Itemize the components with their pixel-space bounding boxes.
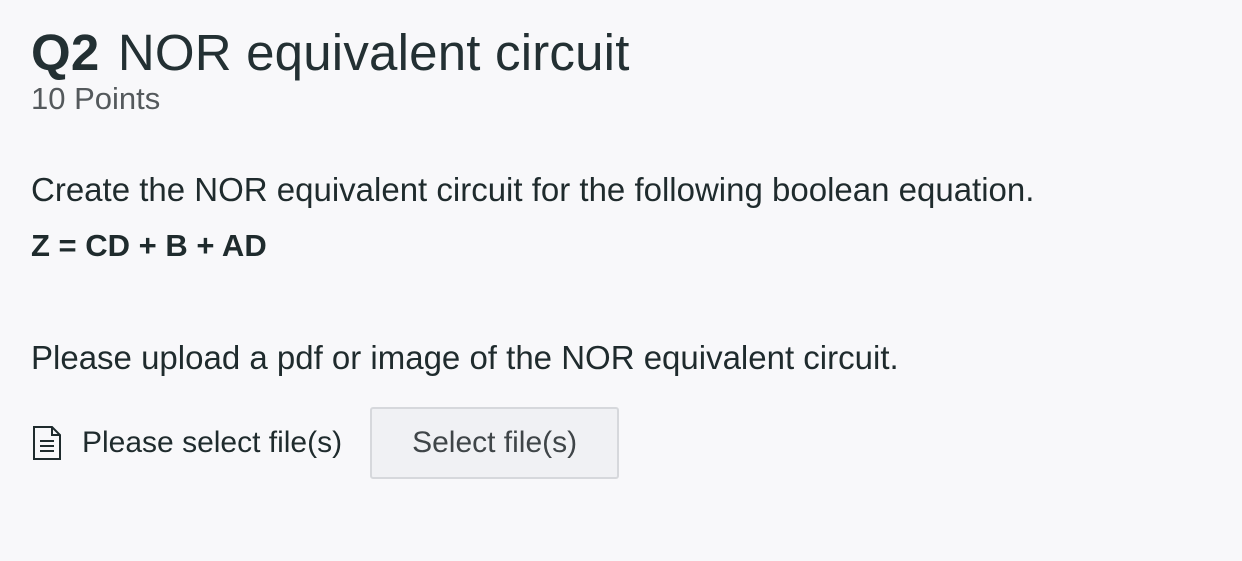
question-points: 10 Points [31,81,161,116]
question-title: NOR equivalent circuit [117,24,630,81]
question-prompt: Create the NOR equivalent circuit for th… [31,171,1035,208]
file-selection-status: Please select file(s) [82,426,343,459]
select-files-button[interactable]: Select file(s) [370,407,620,479]
file-upload-row: Please select file(s) Select file(s) [31,407,620,479]
question-heading: Q2 NOR equivalent circuit [31,22,1211,84]
upload-instruction: Please upload a pdf or image of the NOR … [31,339,899,376]
boolean-equation: Z = CD + B + AD [31,228,267,263]
question-card: Q2 NOR equivalent circuit 10 Points Crea… [31,22,1211,479]
question-number: Q2 [31,24,100,81]
file-icon [31,425,63,461]
